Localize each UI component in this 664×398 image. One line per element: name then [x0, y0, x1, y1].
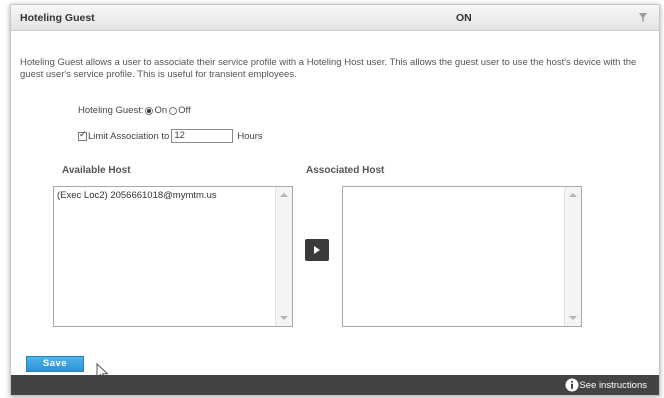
list-item[interactable]: (Exec Loc2) 2056661018@mymtm.us: [57, 190, 217, 201]
limit-association-label: Limit Association to: [88, 130, 170, 142]
hoteling-guest-label: Hoteling Guest:: [78, 105, 144, 116]
description-text: Hoteling Guest allows a user to associat…: [20, 57, 637, 80]
hoteling-guest-row: Hoteling Guest: On Off: [78, 105, 191, 116]
status-value: ON: [456, 12, 472, 24]
limit-association-row: Limit Association to 12 Hours: [78, 129, 263, 143]
radio-on[interactable]: [145, 106, 154, 115]
available-host-scrollbar[interactable]: [275, 187, 292, 326]
arrow-right-icon: [314, 246, 320, 254]
hoteling-guest-panel: Hoteling Guest ON Hoteling Guest allows …: [10, 4, 660, 396]
see-instructions-link[interactable]: See instructions: [579, 380, 647, 391]
panel-footer: See instructions: [11, 375, 659, 395]
scroll-down-icon[interactable]: [280, 316, 288, 320]
available-host-list[interactable]: (Exec Loc2) 2056661018@mymtm.us: [53, 186, 293, 327]
associated-host-list[interactable]: [342, 186, 582, 327]
save-button[interactable]: Save: [26, 356, 84, 372]
associated-host-scrollbar[interactable]: [564, 187, 581, 326]
radio-off-label[interactable]: Off: [178, 105, 191, 116]
panel-header[interactable]: Hoteling Guest ON: [11, 5, 659, 31]
funnel-arrow-icon[interactable]: [637, 11, 649, 23]
info-icon[interactable]: [565, 378, 579, 392]
scroll-up-icon[interactable]: [569, 193, 577, 197]
panel-title: Hoteling Guest: [20, 12, 95, 24]
hours-unit-label: Hours: [237, 130, 263, 142]
limit-hours-input[interactable]: 12: [171, 129, 234, 143]
associated-host-label: Associated Host: [306, 165, 385, 176]
add-host-button[interactable]: [305, 239, 329, 261]
radio-off[interactable]: [169, 106, 178, 115]
available-host-label: Available Host: [62, 165, 131, 176]
radio-on-label[interactable]: On: [154, 105, 167, 116]
scroll-down-icon[interactable]: [569, 316, 577, 320]
scroll-up-icon[interactable]: [280, 193, 288, 197]
limit-association-checkbox[interactable]: [78, 130, 87, 141]
